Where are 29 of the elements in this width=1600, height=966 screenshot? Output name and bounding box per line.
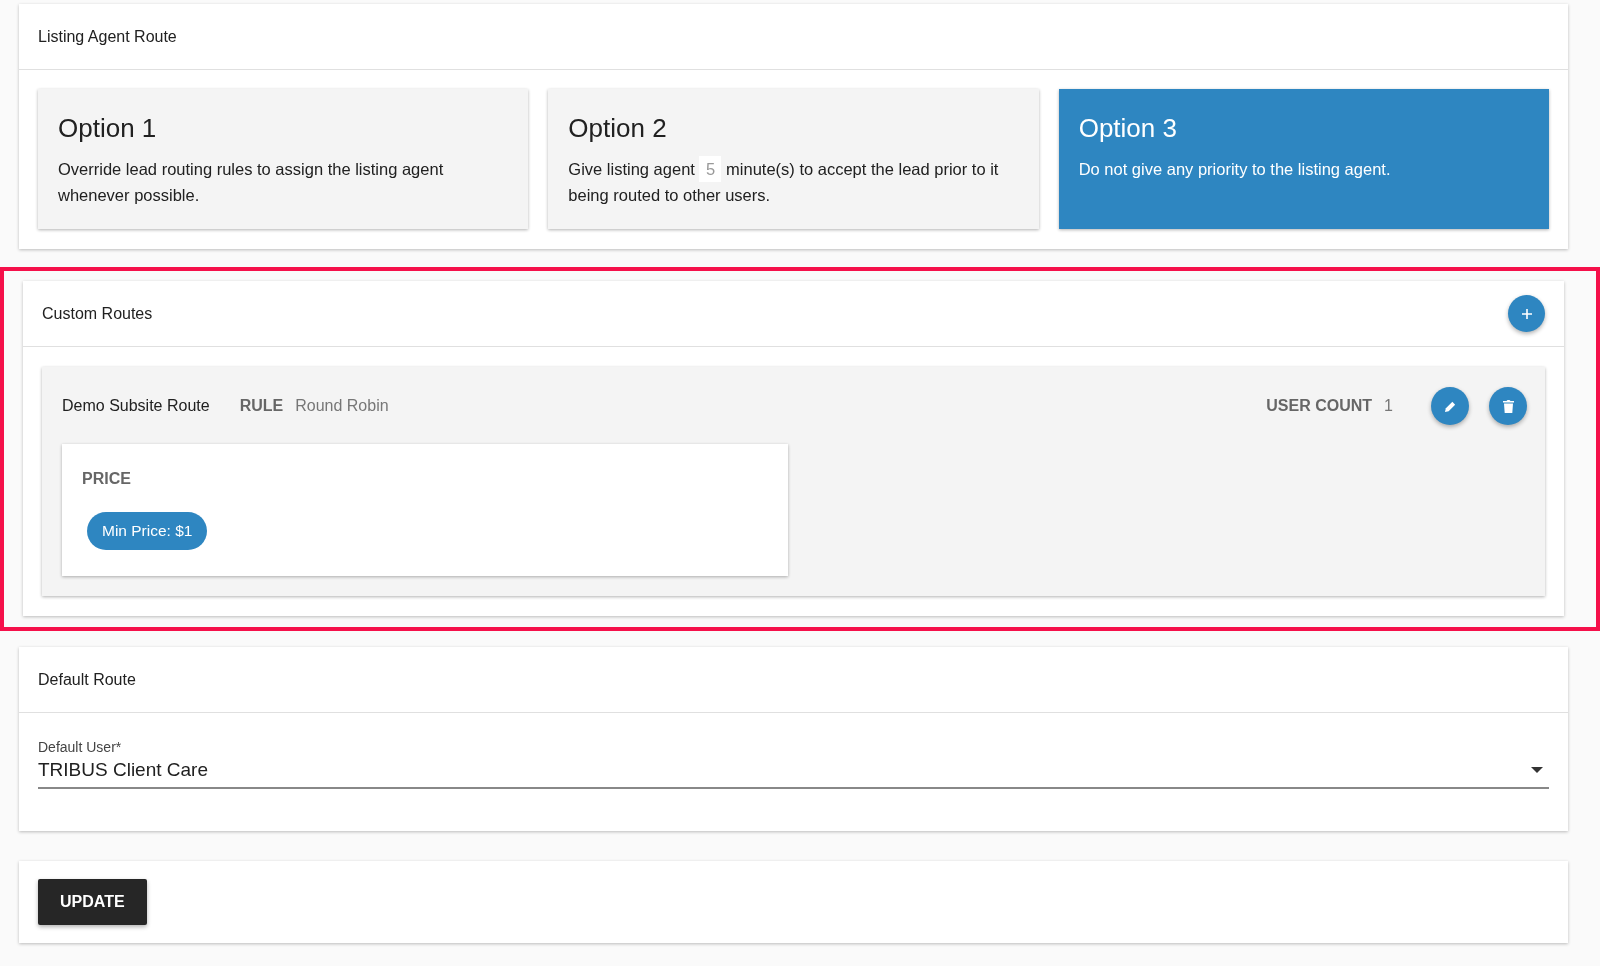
section-title: Listing Agent Route	[38, 27, 177, 46]
option-title: Option 2	[568, 113, 668, 144]
option-title: Option 3	[1078, 113, 1178, 144]
option-description: Override lead routing rules to assign the listing agent whenever possible.	[58, 159, 445, 206]
route-name: Demo Subsite Route	[62, 397, 210, 415]
user-count-value: 1	[1384, 397, 1393, 415]
user-count-label: USER COUNT	[1266, 397, 1373, 415]
section-title: Custom Routes	[42, 304, 153, 323]
delete-button[interactable]	[1489, 387, 1527, 425]
rule-value: Round Robin	[295, 397, 389, 415]
dropdown-caret-icon	[1531, 767, 1543, 773]
option-title: Option 1	[58, 113, 158, 144]
plus-icon	[1520, 307, 1533, 320]
default-user-select[interactable]: TRIBUS Client Care	[38, 755, 1549, 789]
add-button[interactable]	[1508, 295, 1545, 332]
price-chip: Min Price: $1	[87, 512, 208, 550]
option-description: Give listing agent 5 minute(s) to accept the lead prior to it being routed to other users.	[568, 156, 1019, 208]
option-card[interactable]: Option 3 Do not give any priority to the listing agent.	[1058, 89, 1549, 229]
option-description: Do not give any priority to the listing agent.	[1078, 159, 1392, 180]
section-title: Default Route	[38, 670, 136, 689]
option-card[interactable]: Option 2 Give listing agent 5 minute(s) to accept the lead prior to it being routed to other users.	[548, 89, 1039, 229]
trash-icon	[1502, 399, 1514, 413]
option-card[interactable]: Option 1 Override lead routing rules to assign the listing agent whenever possible.	[38, 89, 529, 229]
edit-button[interactable]	[1431, 387, 1469, 425]
rule-label: RULE	[239, 397, 284, 415]
update-button[interactable]: UPDATE	[38, 879, 147, 925]
criteria-title: PRICE	[82, 470, 132, 488]
field-label: Default User*	[38, 739, 123, 755]
pencil-icon	[1443, 399, 1457, 413]
